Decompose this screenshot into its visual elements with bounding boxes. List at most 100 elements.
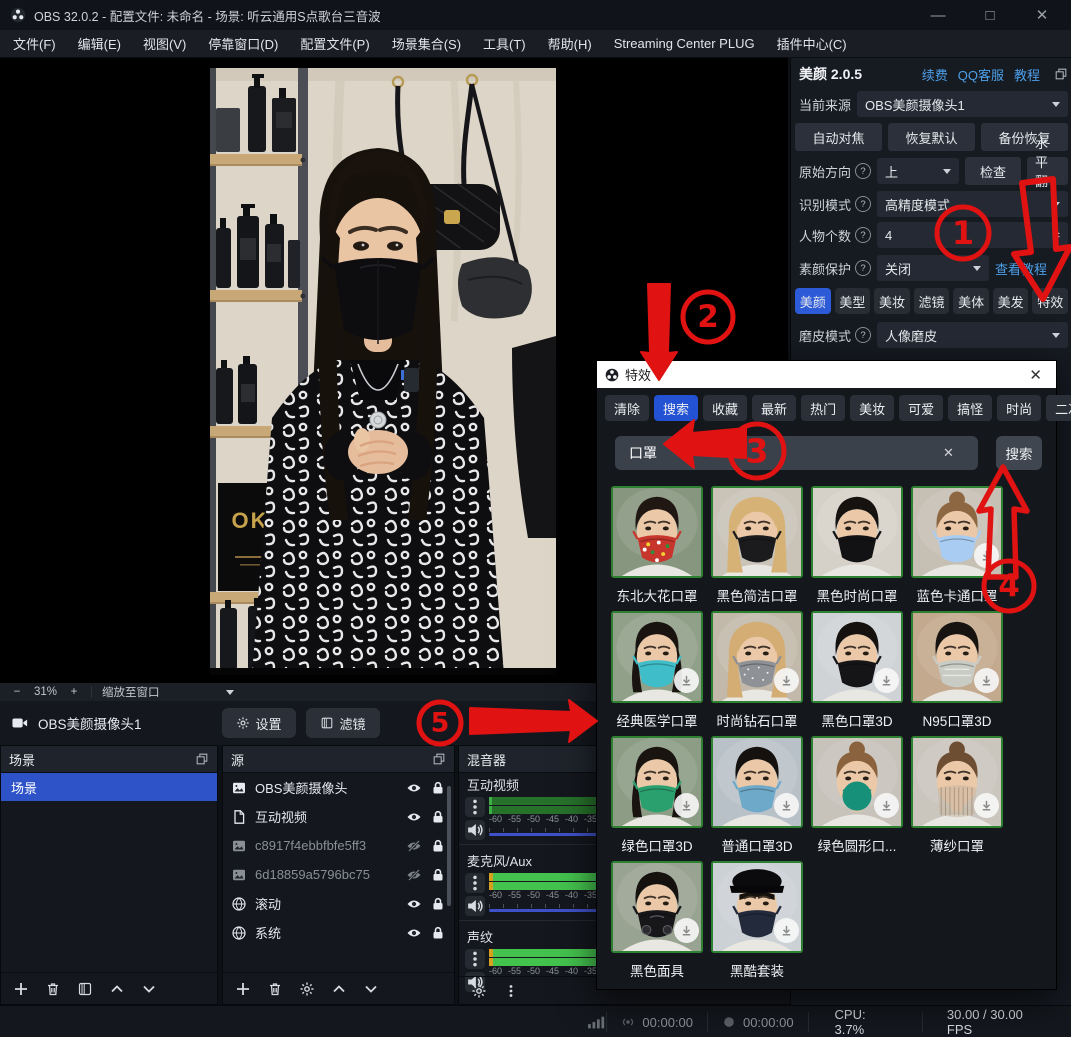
effect-item[interactable]: 薄纱口罩 xyxy=(911,736,1003,855)
download-icon[interactable] xyxy=(674,793,699,818)
speaker-icon[interactable] xyxy=(465,820,485,840)
effect-item[interactable]: 蓝色卡通口罩 xyxy=(911,486,1003,605)
effect-thumbnail[interactable] xyxy=(811,736,903,828)
effect-thumbnail[interactable] xyxy=(711,861,803,953)
download-icon[interactable] xyxy=(774,668,799,693)
menu-item-2[interactable]: 视图(V) xyxy=(132,30,197,58)
effects-dialog-titlebar[interactable]: 特效 ✕ xyxy=(597,361,1056,388)
current-source-dropdown[interactable]: OBS美颜摄像头1 xyxy=(857,91,1068,117)
zoom-out-button[interactable]: − xyxy=(10,686,24,698)
menu-item-8[interactable]: Streaming Center PLUG xyxy=(603,30,766,58)
help-icon[interactable]: ? xyxy=(855,327,871,343)
source-row[interactable]: OBS美颜摄像头 xyxy=(223,773,454,802)
effect-thumbnail[interactable] xyxy=(711,611,803,703)
remove-source-button[interactable] xyxy=(267,981,283,997)
effect-tab-9[interactable]: 二次元 xyxy=(1046,395,1071,421)
move-source-down-button[interactable] xyxy=(363,981,379,997)
lock-icon[interactable] xyxy=(430,896,446,912)
move-scene-down-button[interactable] xyxy=(141,981,157,997)
close-button[interactable]: ✕ xyxy=(1031,6,1053,24)
download-icon[interactable] xyxy=(674,918,699,943)
detect-mode-dropdown[interactable]: 高精度模式 xyxy=(877,191,1068,217)
more-options-icon[interactable] xyxy=(503,983,519,999)
clear-search-icon[interactable]: ✕ xyxy=(943,445,954,461)
effect-tab-0[interactable]: 清除 xyxy=(605,395,649,421)
effect-tab-1[interactable]: 搜索 xyxy=(654,395,698,421)
popout-icon[interactable] xyxy=(1054,67,1068,81)
effect-thumbnail[interactable] xyxy=(911,611,1003,703)
menu-item-5[interactable]: 场景集合(S) xyxy=(381,30,472,58)
effect-thumbnail[interactable] xyxy=(811,611,903,703)
help-icon[interactable]: ? xyxy=(855,163,871,179)
help-icon[interactable]: ? xyxy=(855,196,871,212)
menu-item-1[interactable]: 编辑(E) xyxy=(67,30,132,58)
download-icon[interactable] xyxy=(674,668,699,693)
camera-filters-button[interactable]: 滤镜 xyxy=(306,708,380,738)
search-button[interactable]: 搜索 xyxy=(996,436,1042,470)
lock-icon[interactable] xyxy=(430,809,446,825)
menu-item-4[interactable]: 配置文件(P) xyxy=(289,30,380,58)
speaker-icon[interactable] xyxy=(465,896,485,916)
flip-horizontal-button[interactable]: 水平翻转 xyxy=(1027,157,1068,185)
effect-item[interactable]: N95口罩3D xyxy=(911,611,1003,730)
eye-off-icon[interactable] xyxy=(406,838,422,854)
view-tutorial-link[interactable]: 查看教程 xyxy=(995,259,1047,278)
chevron-down-icon[interactable] xyxy=(226,690,234,695)
effect-item[interactable]: 绿色口罩3D xyxy=(611,736,703,855)
source-row[interactable]: 滚动 xyxy=(223,889,454,918)
minimize-button[interactable]: — xyxy=(927,7,949,24)
add-scene-button[interactable] xyxy=(13,981,29,997)
effect-item[interactable]: 黑色口罩3D xyxy=(811,611,903,730)
effect-thumbnail[interactable] xyxy=(911,736,1003,828)
source-row[interactable]: 6d18859a5796bc75 xyxy=(223,860,454,889)
effect-tab-6[interactable]: 可爱 xyxy=(899,395,943,421)
effect-tab-5[interactable]: 美妆 xyxy=(850,395,894,421)
lock-icon[interactable] xyxy=(430,867,446,883)
eye-icon[interactable] xyxy=(406,925,422,941)
beauty-action-button-0[interactable]: 自动对焦 xyxy=(795,123,882,151)
channel-options-icon[interactable] xyxy=(465,797,485,817)
lock-icon[interactable] xyxy=(430,780,446,796)
eye-icon[interactable] xyxy=(406,780,422,796)
menu-item-6[interactable]: 工具(T) xyxy=(472,30,537,58)
popout-icon[interactable] xyxy=(432,752,446,766)
lock-icon[interactable] xyxy=(430,925,446,941)
effect-item[interactable]: 经典医学口罩 xyxy=(611,611,703,730)
effect-item[interactable]: 黑色简洁口罩 xyxy=(711,486,803,605)
effect-item[interactable]: 黑色面具 xyxy=(611,861,703,980)
effect-item[interactable]: 绿色圆形口... xyxy=(811,736,903,855)
beauty-tab-5[interactable]: 美发 xyxy=(993,288,1029,314)
menu-item-0[interactable]: 文件(F) xyxy=(2,30,67,58)
download-icon[interactable] xyxy=(974,543,999,568)
add-source-button[interactable] xyxy=(235,981,251,997)
download-icon[interactable] xyxy=(774,793,799,818)
download-icon[interactable] xyxy=(974,668,999,693)
smooth-mode-dropdown[interactable]: 人像磨皮 xyxy=(877,322,1068,348)
lock-icon[interactable] xyxy=(430,838,446,854)
effect-thumbnail[interactable] xyxy=(711,486,803,578)
beauty-tab-3[interactable]: 滤镜 xyxy=(914,288,950,314)
help-icon[interactable]: ? xyxy=(855,227,871,243)
protect-dropdown[interactable]: 关闭 xyxy=(877,255,989,281)
camera-settings-button[interactable]: 设置 xyxy=(222,708,296,738)
sources-scrollbar[interactable] xyxy=(447,786,451,906)
beauty-action-button-1[interactable]: 恢复默认 xyxy=(888,123,975,151)
popout-icon[interactable] xyxy=(195,752,209,766)
beauty-tab-0[interactable]: 美颜 xyxy=(795,288,831,314)
channel-options-icon[interactable] xyxy=(465,873,485,893)
beauty-tab-6[interactable]: 特效 xyxy=(1032,288,1068,314)
effect-item[interactable]: 黑色时尚口罩 xyxy=(811,486,903,605)
eye-icon[interactable] xyxy=(406,809,422,825)
effect-thumbnail[interactable] xyxy=(611,861,703,953)
scene-filters-button[interactable] xyxy=(77,981,93,997)
beauty-tab-2[interactable]: 美妆 xyxy=(874,288,910,314)
source-row[interactable]: 系统 xyxy=(223,918,454,947)
eye-off-icon[interactable] xyxy=(406,867,422,883)
effect-thumbnail[interactable] xyxy=(811,486,903,578)
close-icon[interactable]: ✕ xyxy=(1023,366,1048,384)
source-row[interactable]: 互动视频 xyxy=(223,802,454,831)
zoom-in-button[interactable]: + xyxy=(67,686,81,698)
scene-list-item[interactable]: 场景 xyxy=(1,773,217,801)
effect-thumbnail[interactable] xyxy=(611,736,703,828)
beauty-tab-1[interactable]: 美型 xyxy=(835,288,871,314)
